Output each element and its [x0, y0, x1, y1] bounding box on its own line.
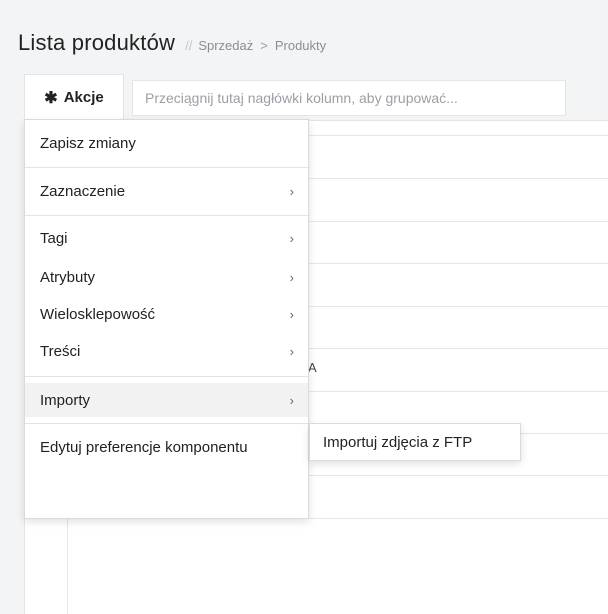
chevron-right-icon: › [289, 184, 294, 199]
page-title: Lista produktów [18, 30, 176, 55]
page-header: Lista produktów // Sprzedaż > Produkty [18, 30, 326, 56]
breadcrumb: // Sprzedaż > Produkty [185, 38, 326, 53]
submenu-item-import-ftp-photos[interactable]: Importuj zdjęcia z FTP [323, 434, 472, 451]
asterisk-icon: ✱ [44, 89, 58, 107]
menu-item-contents[interactable]: Treści › [25, 339, 308, 364]
menu-item-save-changes[interactable]: Zapisz zmiany [25, 126, 308, 161]
menu-item-label: Atrybuty [40, 269, 96, 286]
imports-submenu: Importuj zdjęcia z FTP [309, 423, 521, 461]
menu-item-tags[interactable]: Tagi › [25, 226, 308, 251]
chevron-right-icon: › [289, 307, 294, 322]
menu-divider [25, 376, 308, 377]
breadcrumb-separator: // [185, 38, 193, 53]
grid-cell-text: A [308, 360, 317, 375]
menu-item-selection[interactable]: Zaznaczenie › [25, 174, 308, 209]
actions-label: Akcje [63, 89, 104, 106]
actions-button[interactable]: ✱ Akcje [24, 74, 124, 120]
menu-item-label: Treści [40, 343, 81, 360]
menu-item-label: Edytuj preferencje komponentu [40, 439, 248, 456]
menu-item-edit-preferences[interactable]: Edytuj preferencje komponentu [25, 430, 308, 465]
menu-item-label: Zapisz zmiany [40, 135, 136, 152]
menu-item-attributes[interactable]: Atrybuty › [25, 265, 308, 290]
actions-menu: Zapisz zmiany Zaznaczenie › Tagi › Atryb… [24, 119, 309, 519]
menu-item-imports[interactable]: Importy › [25, 383, 308, 417]
breadcrumb-item-sales[interactable]: Sprzedaż [198, 38, 253, 53]
chevron-right-icon: › [289, 231, 294, 246]
group-by-drop-zone[interactable]: Przeciągnij tutaj nagłówki kolumn, aby g… [132, 80, 566, 116]
breadcrumb-arrow-icon: > [260, 38, 268, 53]
menu-divider [25, 423, 308, 424]
chevron-right-icon: › [289, 270, 294, 285]
menu-divider [25, 215, 308, 216]
menu-item-label: Tagi [40, 230, 68, 247]
chevron-right-icon: › [289, 344, 294, 359]
breadcrumb-item-products[interactable]: Produkty [275, 38, 326, 53]
chevron-right-icon: › [289, 392, 294, 408]
menu-item-label: Wielosklepowość [40, 306, 156, 323]
menu-divider [25, 167, 308, 168]
menu-item-label: Zaznaczenie [40, 183, 126, 200]
page: Lista produktów // Sprzedaż > Produkty A… [0, 0, 608, 614]
menu-item-multistore[interactable]: Wielosklepowość › [25, 302, 308, 327]
menu-item-label: Importy [40, 391, 91, 409]
